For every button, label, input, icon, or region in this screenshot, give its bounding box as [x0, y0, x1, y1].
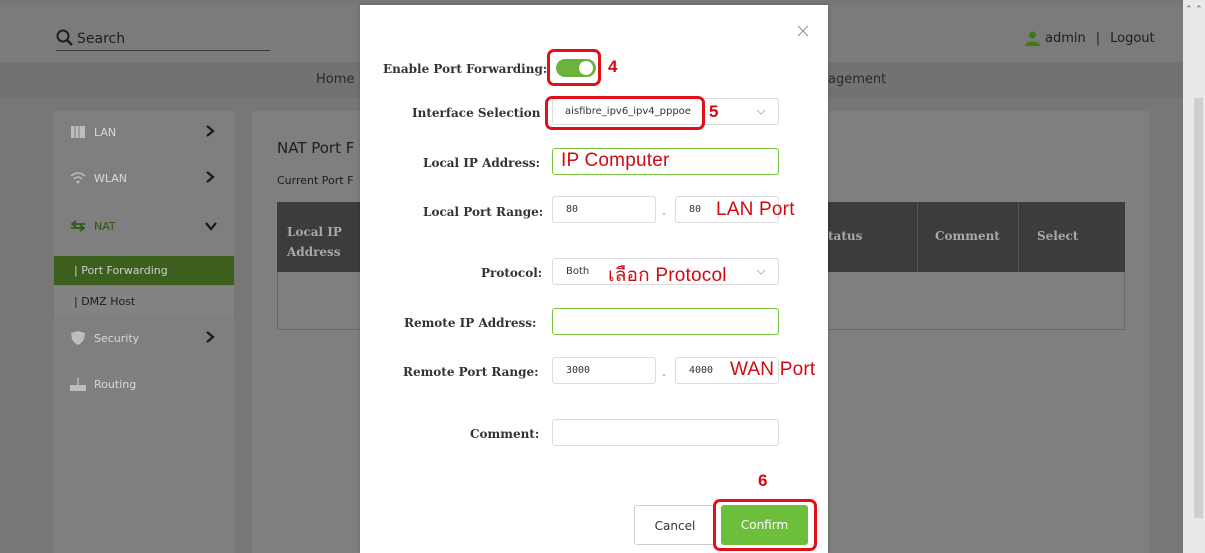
- sidebar-item-security[interactable]: Security: [54, 317, 234, 361]
- shield-icon: [71, 331, 85, 345]
- username: admin: [1045, 31, 1086, 46]
- sidebar-item-label: Security: [94, 332, 140, 345]
- scrollbar[interactable]: ⌃ ⌃: [1183, 0, 1205, 553]
- nav-management[interactable]: agement: [828, 72, 886, 87]
- scrollbar-thumb[interactable]: [1194, 98, 1203, 518]
- column-status: tatus: [828, 229, 863, 243]
- chevron-down-icon: [756, 109, 766, 115]
- sidebar-subitem-label: | Port Forwarding: [74, 264, 168, 277]
- sidebar-item-label: WLAN: [94, 172, 128, 185]
- sidebar-item-routing[interactable]: Routing: [54, 363, 234, 407]
- remote-port-from-input[interactable]: 3000: [552, 357, 656, 384]
- local-port-from-input[interactable]: 80: [552, 196, 656, 223]
- comment-input[interactable]: [552, 419, 779, 446]
- annotation-box-toggle: [547, 49, 601, 86]
- lan-icon: [71, 126, 85, 138]
- interface-selection-label: Interface Selection: [412, 106, 541, 120]
- chevron-right-icon: [206, 125, 215, 137]
- sidebar-item-wlan[interactable]: WLAN: [54, 157, 234, 201]
- sidebar-item-lan[interactable]: LAN: [54, 111, 234, 155]
- chevron-down-icon: [205, 222, 217, 231]
- annotation-box-interface: [545, 96, 705, 130]
- sidebar-subitem-dmz-host[interactable]: | DMZ Host: [54, 287, 234, 316]
- chevron-right-icon: [206, 171, 215, 183]
- local-port-range-label: Local Port Range:: [423, 205, 544, 219]
- range-dash: -: [662, 206, 666, 220]
- column-comment: Comment: [935, 229, 1000, 243]
- sidebar-subitem-port-forwarding[interactable]: | Port Forwarding: [54, 256, 234, 285]
- sidebar-subitem-label: | DMZ Host: [74, 295, 136, 308]
- remote-ip-label: Remote IP Address:: [404, 316, 537, 330]
- annotation-step-5: 5: [709, 102, 719, 121]
- local-port-from-value: 80: [566, 204, 579, 215]
- annotation-select-protocol: เลือก Protocol: [608, 265, 727, 286]
- column-divider: [917, 202, 918, 272]
- local-port-to-value: 80: [689, 204, 702, 215]
- annotation-step-6: 6: [758, 471, 768, 490]
- search-icon: [56, 29, 73, 46]
- user-icon: [1025, 31, 1040, 46]
- header-separator: |: [1095, 31, 1101, 46]
- sidebar-item-label: LAN: [94, 126, 117, 139]
- range-dash: -: [662, 367, 666, 381]
- sidebar-item-label: NAT: [94, 220, 116, 233]
- comment-label: Comment:: [470, 427, 540, 441]
- annotation-ip-computer: IP Computer: [561, 150, 670, 171]
- local-ip-label: Local IP Address:: [423, 156, 541, 170]
- remote-port-from-value: 3000: [566, 365, 591, 376]
- logout-link[interactable]: Logout: [1110, 31, 1155, 46]
- column-local-ip: Local IP Address: [287, 225, 342, 259]
- close-icon[interactable]: [796, 24, 810, 38]
- search-box[interactable]: Search: [56, 27, 270, 51]
- sidebar-item-label: Routing: [94, 378, 137, 391]
- annotation-step-4: 4: [608, 57, 618, 76]
- annotation-lan-port: LAN Port: [716, 199, 795, 220]
- remote-port-range-label: Remote Port Range:: [403, 365, 539, 379]
- sidebar: LAN WLAN NAT | Port Forwarding | DMZ Hos…: [54, 111, 234, 553]
- protocol-select-value: Both: [566, 266, 590, 277]
- router-icon: [70, 378, 86, 391]
- remote-ip-input[interactable]: [552, 308, 779, 335]
- sidebar-item-nat[interactable]: NAT: [54, 205, 234, 249]
- scroll-up-icon[interactable]: ⌃: [1195, 4, 1203, 15]
- wifi-icon: [70, 172, 86, 184]
- user-area: admin | Logout: [1024, 31, 1155, 46]
- scroll-up-icon[interactable]: ⌃: [1185, 4, 1193, 15]
- chevron-right-icon: [206, 331, 215, 343]
- column-select: Select: [1037, 229, 1079, 243]
- annotation-box-confirm: [713, 499, 817, 551]
- protocol-label: Protocol:: [481, 266, 543, 280]
- remote-port-to-value: 4000: [689, 365, 714, 376]
- nat-icon: [70, 220, 86, 232]
- annotation-wan-port: WAN Port: [730, 359, 816, 380]
- nav-home[interactable]: Home: [316, 72, 354, 87]
- cancel-button[interactable]: Cancel: [634, 505, 716, 545]
- page-title: NAT Port F: [277, 139, 355, 157]
- enable-port-forwarding-label: Enable Port Forwarding:: [383, 62, 548, 76]
- chevron-down-icon: [756, 269, 766, 275]
- page-subtitle: Current Port F: [277, 174, 354, 187]
- column-divider: [1018, 202, 1019, 272]
- search-input[interactable]: Search: [77, 31, 125, 47]
